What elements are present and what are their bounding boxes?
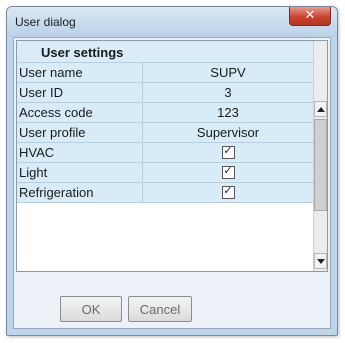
refrigeration-checkbox[interactable]: ✓ bbox=[221, 184, 235, 200]
row-label: User ID bbox=[17, 83, 143, 102]
row-label: HVAC bbox=[17, 143, 143, 162]
row-user-id[interactable]: User ID 3 bbox=[17, 83, 313, 103]
user-id-value[interactable]: 3 bbox=[143, 83, 313, 102]
light-checkbox-cell: ✓ bbox=[143, 163, 313, 182]
dialog-client-area: User settings User name SUPV User ID 3 A… bbox=[13, 37, 331, 329]
window-title: User dialog bbox=[15, 15, 76, 29]
vertical-scrollbar[interactable] bbox=[313, 41, 327, 271]
grid-header-title: User settings bbox=[41, 45, 124, 60]
ok-button[interactable]: OK bbox=[60, 296, 122, 322]
row-user-name[interactable]: User name SUPV bbox=[17, 63, 313, 83]
user-dialog-window: User dialog ✕ User settings User name SU… bbox=[6, 6, 338, 336]
arrow-down-icon bbox=[317, 259, 325, 264]
row-label: Light bbox=[17, 163, 143, 182]
row-access-code[interactable]: Access code 123 bbox=[17, 103, 313, 123]
arrow-up-icon bbox=[317, 107, 325, 112]
checkmark-icon: ✓ bbox=[223, 144, 233, 158]
checkmark-icon: ✓ bbox=[223, 164, 233, 178]
close-button[interactable]: ✕ bbox=[289, 7, 331, 26]
row-label: Access code bbox=[17, 103, 143, 122]
cancel-button[interactable]: Cancel bbox=[128, 296, 192, 322]
user-settings-grid: User settings User name SUPV User ID 3 A… bbox=[16, 40, 328, 272]
scroll-down-button[interactable] bbox=[314, 253, 327, 269]
checkmark-icon: ✓ bbox=[223, 184, 233, 198]
row-light[interactable]: Light ✓ bbox=[17, 163, 313, 183]
light-checkbox[interactable]: ✓ bbox=[221, 164, 235, 180]
row-user-profile[interactable]: User profile Supervisor bbox=[17, 123, 313, 143]
scrollbar-thumb[interactable] bbox=[314, 119, 327, 211]
row-hvac[interactable]: HVAC ✓ bbox=[17, 143, 313, 163]
title-bar[interactable]: User dialog ✕ bbox=[7, 7, 337, 37]
hvac-checkbox-cell: ✓ bbox=[143, 143, 313, 162]
row-label: Refrigeration bbox=[17, 183, 143, 202]
grid-header: User settings bbox=[17, 41, 313, 63]
grid-rows: User name SUPV User ID 3 Access code 123… bbox=[17, 63, 313, 203]
row-label: User name bbox=[17, 63, 143, 82]
row-label: User profile bbox=[17, 123, 143, 142]
access-code-value[interactable]: 123 bbox=[143, 103, 313, 122]
close-icon: ✕ bbox=[304, 8, 316, 23]
scroll-up-button[interactable] bbox=[314, 101, 327, 117]
hvac-checkbox[interactable]: ✓ bbox=[221, 144, 235, 160]
user-name-value[interactable]: SUPV bbox=[143, 63, 313, 82]
refrigeration-checkbox-cell: ✓ bbox=[143, 183, 313, 202]
row-refrigeration[interactable]: Refrigeration ✓ bbox=[17, 183, 313, 203]
user-profile-value[interactable]: Supervisor bbox=[143, 123, 313, 142]
